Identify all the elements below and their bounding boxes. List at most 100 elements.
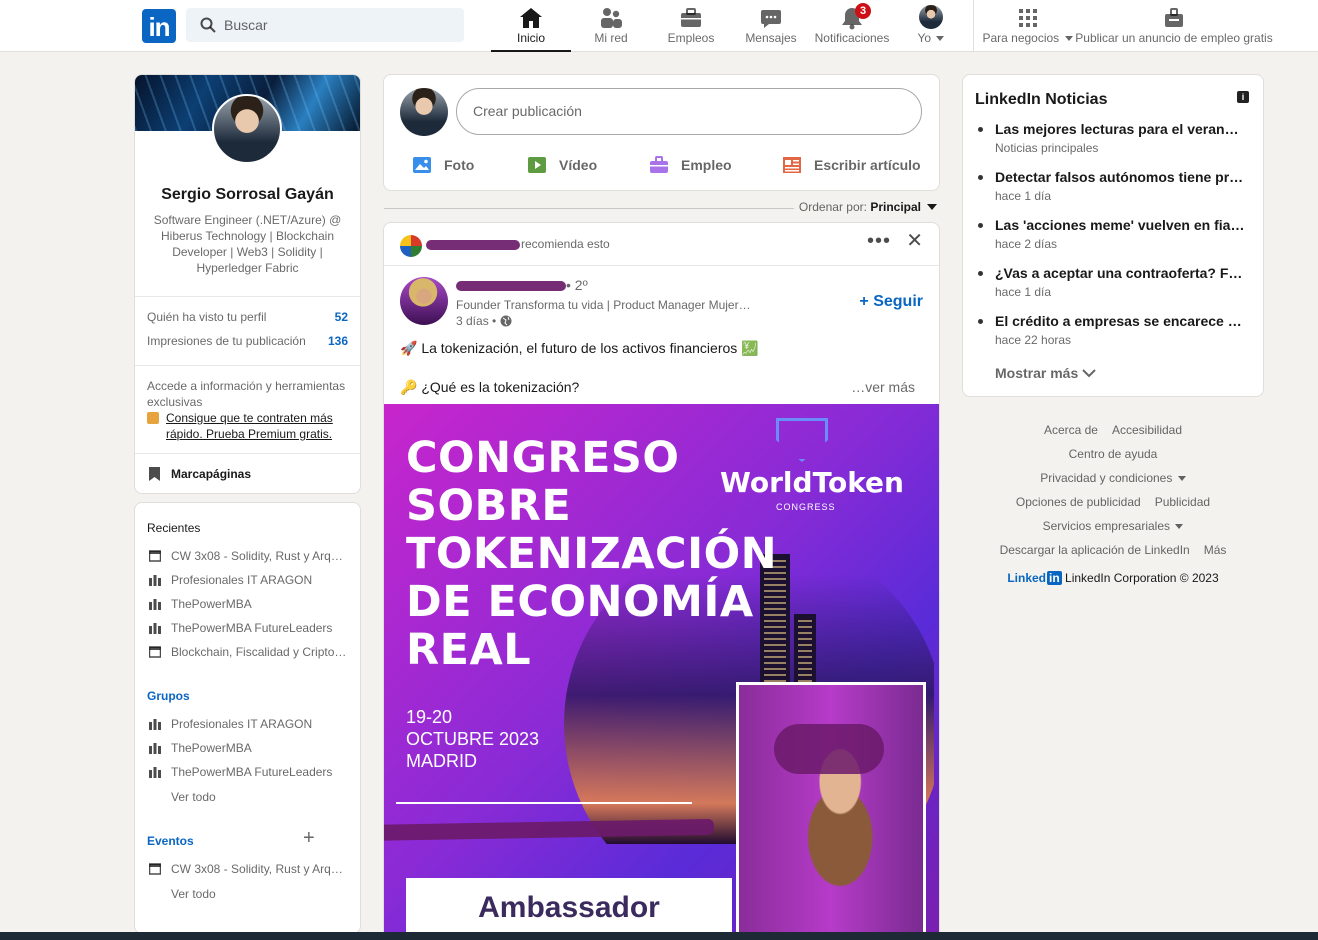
events-see-all[interactable]: Ver todo <box>147 887 347 901</box>
create-post-button[interactable]: Crear publicación <box>456 88 922 135</box>
show-more-button[interactable]: Mostrar más <box>995 365 1096 381</box>
job-button[interactable]: Empleo <box>649 153 732 177</box>
follow-button[interactable]: + Seguir <box>859 293 923 311</box>
profile-avatar[interactable] <box>212 94 282 164</box>
nav-me[interactable]: Yo <box>903 0 959 52</box>
top-navigation: in Inicio Mi red Empleos Me <box>0 0 1318 52</box>
video-button[interactable]: Vídeo <box>527 153 597 177</box>
linkedin-logo-icon[interactable]: in <box>142 9 176 43</box>
groups-see-all[interactable]: Ver todo <box>147 790 347 804</box>
help-center-link[interactable]: Centro de ayuda <box>1069 447 1158 461</box>
recent-item[interactable]: Blockchain, Fiscalidad y Criptoactivos <box>147 645 347 659</box>
search-input[interactable] <box>224 8 454 42</box>
group-item[interactable]: ThePowerMBA FutureLeaders <box>147 765 347 779</box>
group-item[interactable]: ThePowerMBA <box>147 741 347 755</box>
nav-home[interactable]: Inicio <box>491 0 571 52</box>
close-icon[interactable]: ✕ <box>906 231 923 251</box>
event-item-label: CW 3x08 - Solidity, Rust y Arquitectura <box>171 862 347 876</box>
news-item[interactable]: ¿Vas a aceptar una contraoferta? Factore… <box>978 265 1247 299</box>
news-item-subtitle: Noticias principales <box>995 141 1099 155</box>
news-item-title: El crédito a empresas se encarece a nive… <box>995 313 1245 329</box>
recent-item-label: Blockchain, Fiscalidad y Criptoactivos <box>171 645 347 659</box>
more-options-icon[interactable]: ••• <box>867 231 891 251</box>
composer-avatar[interactable] <box>400 88 448 136</box>
nav-notifications[interactable]: 3 Notificaciones <box>811 0 893 52</box>
show-more-label: Mostrar más <box>995 365 1079 381</box>
bullet-icon <box>978 319 983 324</box>
taskbar-strip <box>0 932 1318 940</box>
premium-icon <box>147 412 159 424</box>
ad-choices-link[interactable]: Opciones de publicidad <box>1016 495 1141 509</box>
footer-links: Acerca de Accesibilidad Centro de ayuda P… <box>962 418 1264 590</box>
calendar-icon <box>149 550 161 562</box>
divider <box>135 296 360 297</box>
calendar-icon <box>149 646 161 658</box>
divider <box>135 365 360 366</box>
post-image[interactable]: WorldToken CONGRESS CONGRESO SOBRE TOKEN… <box>384 404 939 934</box>
linkedin-wordmark: Linked in <box>1007 571 1062 585</box>
search-icon <box>200 17 216 33</box>
write-article-button[interactable]: Escribir artículo <box>782 153 921 177</box>
recent-item[interactable]: ThePowerMBA <box>147 597 347 611</box>
events-title[interactable]: Eventos <box>147 834 194 848</box>
privacy-label: Privacidad y condiciones <box>1040 471 1173 485</box>
photo-button[interactable]: Foto <box>412 153 474 177</box>
sort-value: Principal <box>870 200 921 214</box>
recommender-avatar[interactable] <box>400 235 422 257</box>
recent-item-label: ThePowerMBA FutureLeaders <box>171 621 333 635</box>
nav-post-job[interactable]: Publicar un anuncio de empleo gratis <box>1075 0 1273 52</box>
profile-views-label: Quién ha visto tu perfil <box>147 310 267 324</box>
premium-link[interactable]: Consigue que te contraten más rápido. Pr… <box>147 410 348 442</box>
more-link[interactable]: Más <box>1204 543 1227 557</box>
about-link[interactable]: Acerca de <box>1044 423 1098 437</box>
profile-name[interactable]: Sergio Sorrosal Gayán <box>135 186 360 204</box>
recent-item[interactable]: ThePowerMBA FutureLeaders <box>147 621 347 635</box>
event-item[interactable]: CW 3x08 - Solidity, Rust y Arquitectura <box>147 862 347 876</box>
get-app-link[interactable]: Descargar la aplicación de LinkedIn <box>1000 543 1190 557</box>
accessibility-link[interactable]: Accesibilidad <box>1112 423 1182 437</box>
author-avatar[interactable] <box>400 277 448 325</box>
groups-title[interactable]: Grupos <box>147 689 190 703</box>
group-item[interactable]: Profesionales IT ARAGON <box>147 717 347 731</box>
news-item-title: ¿Vas a aceptar una contraoferta? Factore… <box>995 265 1245 281</box>
news-item-subtitle: hace 22 horas <box>995 333 1072 347</box>
nav-network[interactable]: Mi red <box>571 0 651 52</box>
news-item[interactable]: Detectar falsos autónomos tiene premio h… <box>978 169 1247 203</box>
group-item-label: ThePowerMBA <box>171 741 252 755</box>
nav-jobs[interactable]: Empleos <box>651 0 731 52</box>
nav-business[interactable]: Para negocios <box>980 0 1075 52</box>
privacy-link[interactable]: Privacidad y condiciones <box>1040 471 1186 485</box>
news-card: LinkedIn Noticias i Las mejores lecturas… <box>962 74 1264 397</box>
recent-item[interactable]: CW 3x08 - Solidity, Rust y Arquitectura <box>147 549 347 563</box>
profile-views-row[interactable]: Quién ha visto tu perfil 52 <box>147 310 348 324</box>
advertising-link[interactable]: Publicidad <box>1155 495 1210 509</box>
add-event-icon[interactable]: + <box>303 828 315 848</box>
profile-views-count: 52 <box>334 310 348 324</box>
info-icon[interactable]: i <box>1237 91 1249 103</box>
headline-line: TOKENIZACIÓN <box>406 529 778 579</box>
sort-dropdown[interactable]: Ordenar por: Principal <box>799 200 939 214</box>
sort-label: Ordenar por: <box>798 200 867 214</box>
news-item[interactable]: El crédito a empresas se encarece a nive… <box>978 313 1247 347</box>
impressions-row[interactable]: Impresiones de tu publicación 136 <box>147 334 348 348</box>
news-item[interactable]: Las mejores lecturas para el verano (seg… <box>978 121 1247 155</box>
nav-notifications-label: Notificaciones <box>814 31 890 45</box>
business-services-link[interactable]: Servicios empresariales <box>1043 519 1184 533</box>
recent-item[interactable]: Profesionales IT ARAGON <box>147 573 347 587</box>
bookmark-icon <box>149 467 160 481</box>
see-more-button[interactable]: …ver más <box>851 379 915 395</box>
premium-link-label: Consigue que te contraten más rápido. Pr… <box>166 411 333 441</box>
chevron-down-icon <box>1177 476 1186 482</box>
recommends-text: recomienda esto <box>521 237 610 251</box>
news-item[interactable]: Las 'acciones meme' vuelven en fiambre h… <box>978 217 1247 251</box>
bullet-icon <box>978 271 983 276</box>
group-icon <box>149 767 161 778</box>
post-time: 3 días • <box>456 314 512 328</box>
news-title: LinkedIn Noticias <box>975 91 1108 108</box>
brand-subtitle: CONGRESS <box>776 502 836 512</box>
bookmarks-link[interactable]: Marcapáginas <box>147 467 251 481</box>
people-icon <box>601 8 622 28</box>
search-box[interactable] <box>186 8 464 42</box>
nav-messages[interactable]: Mensajes <box>731 0 811 52</box>
headline-line: CONGRESO <box>406 433 680 483</box>
